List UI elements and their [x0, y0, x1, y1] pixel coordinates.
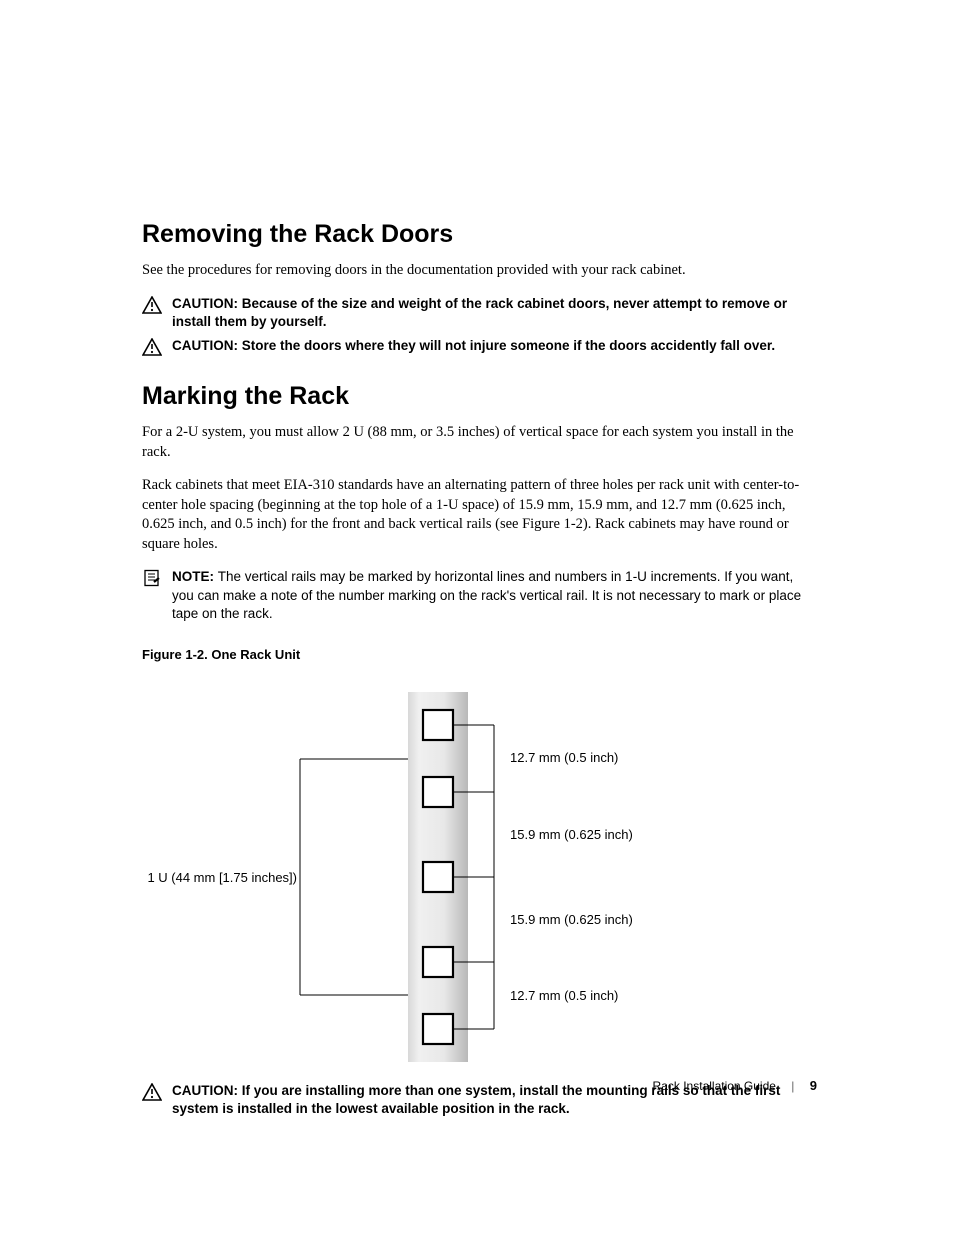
caution-icon [142, 337, 168, 356]
heading-marking-the-rack: Marking the Rack [142, 382, 817, 411]
caution-admonition: CAUTION: Store the doors where they will… [142, 337, 817, 356]
page-footer: Rack Installation Guide | 9 [653, 1078, 817, 1093]
footer-page-number: 9 [810, 1078, 817, 1093]
caution-body: Store the doors where they will not inju… [242, 338, 775, 353]
page-content: Removing the Rack Doors See the procedur… [0, 0, 954, 1118]
caution-label: CAUTION: [172, 296, 242, 311]
caution-body: Because of the size and weight of the ra… [172, 296, 787, 329]
figure-caption: Figure 1-2. One Rack Unit [142, 647, 817, 662]
figure-label-dim: 15.9 mm (0.625 inch) [510, 827, 633, 842]
paragraph: Rack cabinets that meet EIA-310 standard… [142, 476, 817, 554]
caution-label: CAUTION: [172, 338, 242, 353]
note-label: NOTE: [172, 569, 218, 584]
figure-label-dim: 15.9 mm (0.625 inch) [510, 912, 633, 927]
caution-icon [142, 1082, 168, 1101]
footer-separator: | [791, 1079, 794, 1093]
caution-text: CAUTION: Because of the size and weight … [168, 295, 817, 331]
paragraph: For a 2-U system, you must allow 2 U (88… [142, 423, 817, 462]
footer-title: Rack Installation Guide [653, 1079, 776, 1093]
caution-icon [142, 295, 168, 314]
figure-label-dim: 12.7 mm (0.5 inch) [510, 988, 618, 1003]
caution-admonition: CAUTION: Because of the size and weight … [142, 295, 817, 331]
caution-text: CAUTION: Store the doors where they will… [168, 337, 775, 355]
note-text: NOTE: The vertical rails may be marked b… [168, 568, 817, 623]
heading-removing-rack-doors: Removing the Rack Doors [142, 220, 817, 249]
figure-label-dim: 12.7 mm (0.5 inch) [510, 750, 618, 765]
paragraph: See the procedures for removing doors in… [142, 261, 817, 281]
note-icon [142, 568, 168, 587]
note-admonition: NOTE: The vertical rails may be marked b… [142, 568, 817, 623]
figure-one-rack-unit: 1 U (44 mm [1.75 inches]) 12.7 mm (0.5 i… [142, 692, 817, 1062]
figure-label-left: 1 U (44 mm [1.75 inches]) [142, 870, 297, 885]
caution-label: CAUTION: [172, 1083, 242, 1098]
note-body: The vertical rails may be marked by hori… [172, 569, 801, 620]
